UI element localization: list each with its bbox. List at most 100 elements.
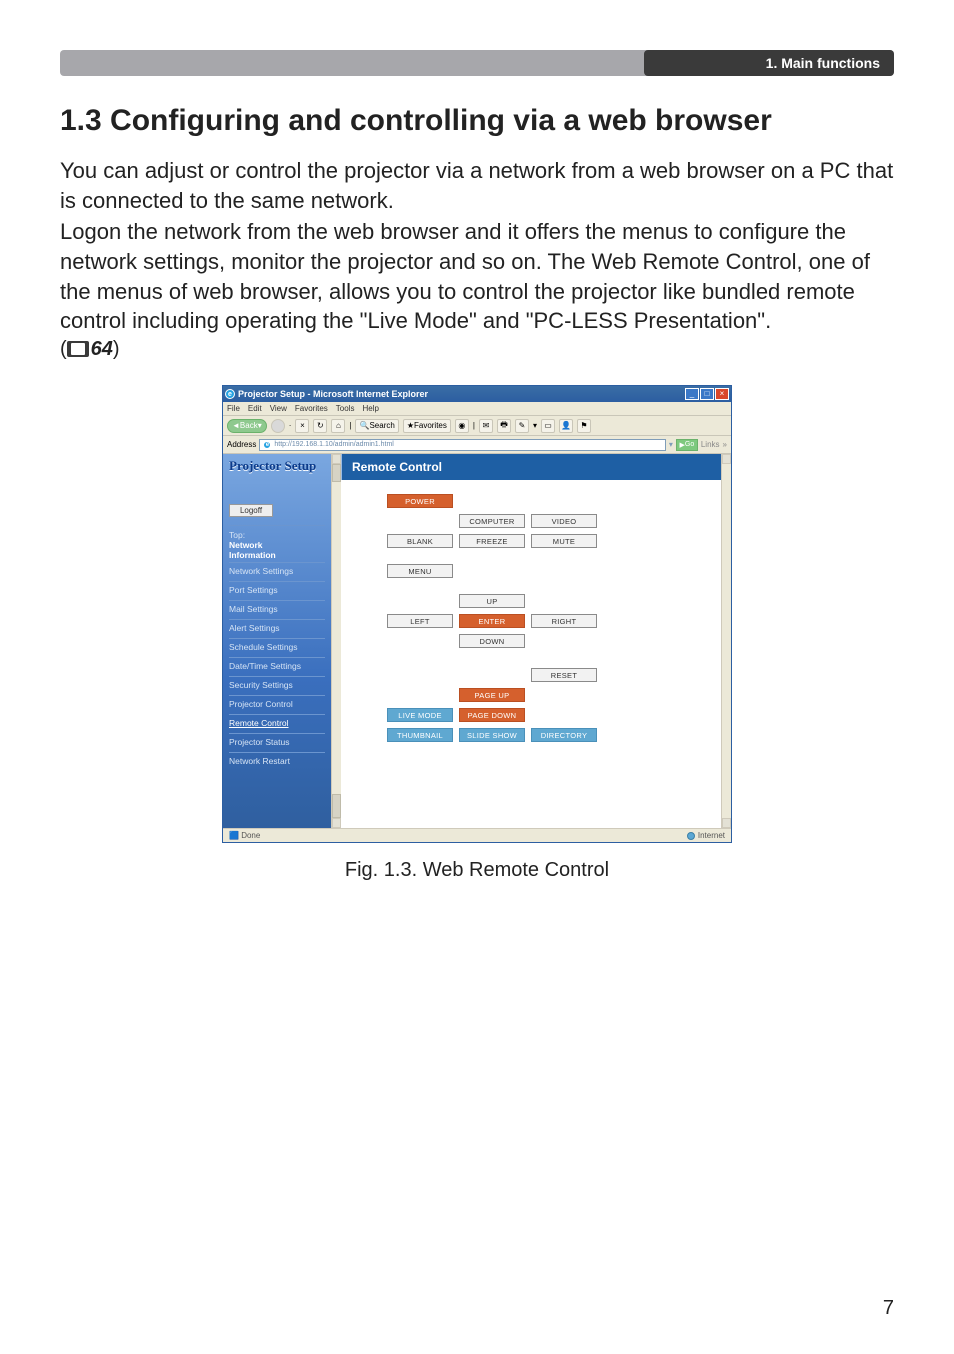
panel-title-bar: Remote Control xyxy=(341,454,721,480)
logoff-button[interactable]: Logoff xyxy=(229,504,273,517)
sidebar-item-network-settings[interactable]: Network Settings xyxy=(229,562,325,579)
toolbar-sep-4: ▾ xyxy=(533,421,537,430)
address-input[interactable]: e http://192.168.1.10/admin/admin1.html xyxy=(259,439,665,451)
power-button[interactable]: POWER xyxy=(387,494,453,508)
menu-tools[interactable]: Tools xyxy=(336,404,355,413)
thumbnail-button[interactable]: THUMBNAIL xyxy=(387,728,453,742)
scroll-down-button[interactable] xyxy=(332,818,341,828)
scroll-up-button[interactable] xyxy=(332,454,341,464)
forward-button[interactable] xyxy=(271,419,285,433)
reset-button[interactable]: RESET xyxy=(531,668,597,682)
sidebar-item-projector-control[interactable]: Projector Control xyxy=(229,695,325,712)
scroll-thumb-top[interactable] xyxy=(332,464,341,482)
main-scroll-up[interactable] xyxy=(722,454,731,464)
browser-window: e Projector Setup - Microsoft Internet E… xyxy=(222,385,732,843)
panel-title: Remote Control xyxy=(352,460,442,474)
sidebar-top-block[interactable]: Top: Network Information xyxy=(229,525,325,560)
down-button[interactable]: DOWN xyxy=(459,634,525,648)
sidebar-item-security-settings[interactable]: Security Settings xyxy=(229,676,325,693)
mute-button[interactable]: MUTE xyxy=(531,534,597,548)
toolbar-sep-3: | xyxy=(473,421,475,430)
video-button[interactable]: VIDEO xyxy=(531,514,597,528)
window-titlebar[interactable]: e Projector Setup - Microsoft Internet E… xyxy=(223,386,731,402)
sidebar: Projector Setup Logoff Top: Network Info… xyxy=(223,454,331,828)
back-label: Back xyxy=(240,421,258,430)
sidebar-item-datetime-settings[interactable]: Date/Time Settings xyxy=(229,657,325,674)
home-button[interactable]: ⌂ xyxy=(331,419,345,433)
links-label[interactable]: Links xyxy=(701,440,720,449)
search-label: Search xyxy=(369,421,394,430)
sidebar-top-label: Top: xyxy=(229,530,245,540)
status-zone: Internet xyxy=(698,831,725,840)
live-mode-button[interactable]: LIVE MODE xyxy=(387,708,453,722)
refresh-button[interactable]: ↻ xyxy=(313,419,327,433)
address-label: Address xyxy=(227,440,256,449)
menu-edit[interactable]: Edit xyxy=(248,404,262,413)
computer-button[interactable]: COMPUTER xyxy=(459,514,525,528)
menu-help[interactable]: Help xyxy=(362,404,378,413)
main-panel: Remote Control POWER COMPUTER VIDEO BLAN… xyxy=(341,454,721,828)
chapter-label: 1. Main functions xyxy=(644,50,894,76)
enter-button[interactable]: ENTER xyxy=(459,614,525,628)
ref-page-number: 64 xyxy=(91,338,113,360)
go-label: Go xyxy=(685,441,694,448)
chapter-text: 1. Main functions xyxy=(766,55,880,71)
sidebar-item-schedule-settings[interactable]: Schedule Settings xyxy=(229,638,325,655)
left-button[interactable]: LEFT xyxy=(387,614,453,628)
freeze-button[interactable]: FREEZE xyxy=(459,534,525,548)
minimize-button[interactable]: _ xyxy=(685,388,699,400)
scroll-thumb-bottom[interactable] xyxy=(332,794,341,818)
toolbar-sep-2: | xyxy=(349,421,351,430)
links-chevron[interactable]: » xyxy=(723,440,727,449)
menu-favorites[interactable]: Favorites xyxy=(295,404,328,413)
sidebar-item-remote-control[interactable]: Remote Control xyxy=(229,714,325,731)
main-scroll-track[interactable] xyxy=(722,464,731,818)
messenger-button[interactable]: 👤 xyxy=(559,419,573,433)
intro-paragraph-2: Logon the network from the web browser a… xyxy=(60,217,894,336)
main-scroll-down[interactable] xyxy=(722,818,731,828)
sidebar-scrollbar[interactable] xyxy=(331,454,341,828)
mail-button[interactable]: ✉ xyxy=(479,419,493,433)
menu-button[interactable]: MENU xyxy=(387,564,453,578)
print-button[interactable]: 🖶 xyxy=(497,419,511,433)
edit-button[interactable]: ✎ xyxy=(515,419,529,433)
close-button[interactable]: × xyxy=(715,388,729,400)
page-number: 7 xyxy=(883,1297,894,1320)
stop-button[interactable]: × xyxy=(295,419,309,433)
sidebar-item-alert-settings[interactable]: Alert Settings xyxy=(229,619,325,636)
go-button[interactable]: ▶ Go xyxy=(676,439,698,451)
blank-button[interactable]: BLANK xyxy=(387,534,453,548)
sidebar-item-mail-settings[interactable]: Mail Settings xyxy=(229,600,325,617)
slide-show-button[interactable]: SLIDE SHOW xyxy=(459,728,525,742)
globe-icon xyxy=(687,832,695,840)
back-button[interactable]: ◄ Back ▾ xyxy=(227,419,267,433)
up-button[interactable]: UP xyxy=(459,594,525,608)
address-bar: Address e http://192.168.1.10/admin/admi… xyxy=(223,436,731,454)
page-icon: e xyxy=(263,441,271,449)
discuss-button[interactable]: ▭ xyxy=(541,419,555,433)
sidebar-item-network-restart[interactable]: Network Restart xyxy=(229,752,325,769)
page-down-button[interactable]: PAGE DOWN xyxy=(459,708,525,722)
address-dropdown[interactable]: ▾ xyxy=(669,440,673,449)
sidebar-top-line1: Network xyxy=(229,540,263,550)
status-bar: 🟦 Done Internet xyxy=(223,828,731,842)
maximize-button[interactable]: □ xyxy=(700,388,714,400)
toolbar-sep: · xyxy=(289,421,292,430)
sidebar-item-projector-status[interactable]: Projector Status xyxy=(229,733,325,750)
search-button[interactable]: 🔍 Search xyxy=(355,419,398,433)
toolbar: ◄ Back ▾ · × ↻ ⌂ | 🔍 Search ★ Favorites … xyxy=(223,416,731,436)
menu-file[interactable]: File xyxy=(227,404,240,413)
media-button[interactable]: ◉ xyxy=(455,419,469,433)
scroll-track[interactable] xyxy=(332,464,341,818)
main-scrollbar[interactable] xyxy=(721,454,731,828)
intro-paragraph-1: You can adjust or control the projector … xyxy=(60,156,894,215)
right-button[interactable]: RIGHT xyxy=(531,614,597,628)
menu-view[interactable]: View xyxy=(270,404,287,413)
sidebar-item-port-settings[interactable]: Port Settings xyxy=(229,581,325,598)
directory-button[interactable]: DIRECTORY xyxy=(531,728,597,742)
page-up-button[interactable]: PAGE UP xyxy=(459,688,525,702)
favorites-button[interactable]: ★ Favorites xyxy=(403,419,451,433)
favorites-label: Favorites xyxy=(414,421,447,430)
sidebar-top-line2: Information xyxy=(229,550,276,560)
research-button[interactable]: ⚑ xyxy=(577,419,591,433)
